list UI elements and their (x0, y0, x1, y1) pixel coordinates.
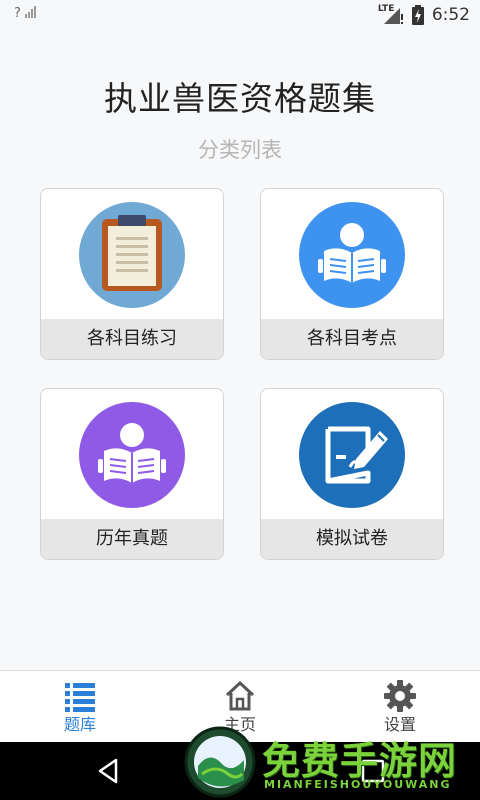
watermark-logo-icon (184, 726, 256, 798)
tab-question-bank[interactable]: 题库 (20, 671, 140, 743)
watermark-text: 免费手游网 (262, 738, 458, 783)
card-label: 模拟试卷 (261, 519, 443, 559)
signal-bars-icon (25, 6, 37, 18)
back-icon[interactable] (94, 756, 124, 786)
cell-signal-icon (383, 8, 403, 24)
network-indicator: LTE (378, 4, 404, 26)
status-bar: ? LTE 6:52 (0, 0, 480, 32)
card-mock-exams[interactable]: 模拟试卷 (260, 388, 444, 560)
reader-icon (298, 201, 406, 309)
signal-status: ? (14, 6, 37, 21)
reader-icon (78, 401, 186, 509)
watermark: 免费手游网 MIANFEISHOUYOUWANG (182, 724, 480, 800)
clock: 6:52 (431, 5, 470, 25)
card-subject-practice[interactable]: 各科目练习 (40, 188, 224, 360)
gear-icon (383, 679, 417, 713)
watermark-subtext: MIANFEISHOUYOUWANG (264, 778, 452, 791)
page-title: 执业兽医资格题集 (104, 79, 376, 118)
battery-charging-icon (411, 5, 424, 25)
card-subject-key-points[interactable]: 各科目考点 (260, 188, 444, 360)
card-label: 各科目考点 (261, 319, 443, 359)
edit-paper-icon (298, 401, 406, 509)
clipboard-icon (78, 201, 186, 309)
page-subtitle: 分类列表 (198, 138, 282, 162)
list-icon (63, 679, 97, 713)
card-label: 历年真题 (41, 519, 223, 559)
home-icon (223, 679, 257, 713)
card-past-exams[interactable]: 历年真题 (40, 388, 224, 560)
signal-unknown-text: ? (14, 6, 21, 21)
tab-label: 题库 (63, 715, 96, 734)
card-label: 各科目练习 (41, 319, 223, 359)
